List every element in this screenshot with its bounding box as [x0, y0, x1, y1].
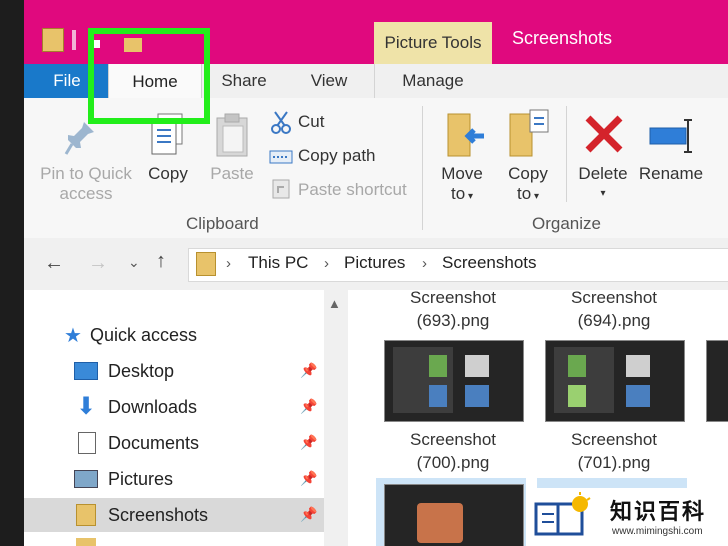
- back-arrow-icon[interactable]: ←: [44, 252, 64, 275]
- delete-x-icon: [584, 114, 624, 154]
- window-title: Screenshots: [512, 28, 613, 48]
- file-item-693[interactable]: Screenshot (693).png: [384, 286, 522, 332]
- tab-share[interactable]: Share: [208, 64, 280, 98]
- nav-item-label: Desktop: [108, 360, 175, 381]
- organize-separator: [566, 106, 567, 202]
- file-item-694[interactable]: Screenshot (694).png: [545, 286, 683, 332]
- downloads-icon: ⬇: [76, 393, 97, 420]
- paste-button[interactable]: Paste: [204, 164, 260, 184]
- copy-path-button[interactable]: Copy path: [298, 146, 376, 166]
- star-icon: ★: [64, 324, 82, 347]
- breadcrumb-chevron-icon[interactable]: ›: [422, 255, 427, 272]
- file-name-line1: Screenshot: [571, 288, 657, 307]
- pin-icon[interactable]: 📌: [300, 398, 317, 415]
- clipboard-group-label: Clipboard: [186, 214, 259, 233]
- nav-item-label: Screenshots: [108, 504, 209, 525]
- nav-item-screenshots[interactable]: Screenshots: [24, 498, 324, 532]
- pin-icon[interactable]: 📌: [300, 470, 317, 487]
- nav-scrollbar[interactable]: [324, 290, 348, 546]
- up-arrow-icon[interactable]: ↑: [156, 250, 166, 273]
- forward-arrow-icon[interactable]: →: [88, 252, 108, 275]
- folder-icon: [76, 504, 96, 526]
- nav-item-quick-access[interactable]: ★ Quick access: [24, 318, 324, 352]
- move-to-icon: [444, 110, 488, 160]
- pin-icon[interactable]: 📌: [300, 362, 317, 379]
- cut-button[interactable]: Cut: [298, 112, 324, 132]
- pin-icon: [64, 118, 98, 158]
- home-tab-highlight: [88, 28, 210, 124]
- nav-item-desktop[interactable]: Desktop: [24, 354, 324, 388]
- organize-group-label: Organize: [532, 214, 601, 233]
- copy-button[interactable]: Copy: [140, 164, 196, 184]
- thumbnail-selected[interactable]: [384, 484, 524, 546]
- file-name-line2: (701).png: [577, 453, 651, 472]
- copy-to-button[interactable]: Copy to ▾: [500, 164, 556, 207]
- dropdown-arrow-icon: ▾: [531, 191, 539, 202]
- file-name-line2: (694).png: [577, 311, 651, 330]
- rename-button[interactable]: Rename: [638, 164, 704, 184]
- documents-icon: [78, 432, 96, 454]
- folder-icon: [76, 538, 96, 546]
- nav-item-downloads[interactable]: ⬇ Downloads: [24, 390, 324, 424]
- pin-label-line2: access: [59, 184, 113, 203]
- watermark-title: 知识百科: [610, 499, 707, 524]
- picture-tools-group: Picture Tools: [374, 22, 492, 64]
- pin-label-line1: Pin to Quick: [40, 164, 132, 183]
- watermark-url: www.mimingshi.com: [612, 526, 703, 537]
- file-item-701[interactable]: Screenshot (701).png: [545, 428, 683, 474]
- file-item-700[interactable]: Screenshot (700).png: [384, 428, 522, 474]
- scroll-up-arrow-icon[interactable]: ▲: [328, 296, 341, 311]
- file-name-line2: (700).png: [416, 453, 490, 472]
- tab-manage[interactable]: Manage: [374, 64, 492, 98]
- copy-path-icon: [269, 148, 293, 166]
- breadcrumb-screenshots[interactable]: Screenshots: [442, 253, 537, 273]
- tab-view[interactable]: View: [292, 64, 366, 98]
- move-to-line2: to: [451, 184, 466, 203]
- nav-item-documents[interactable]: Documents: [24, 426, 324, 460]
- copy-to-icon: [508, 108, 552, 160]
- recent-locations-chevron-icon[interactable]: ⌄: [128, 254, 140, 271]
- file-name-line1: Screenshot: [571, 430, 657, 449]
- move-to-line1: Move: [441, 164, 483, 183]
- group-separator: [422, 106, 423, 230]
- screenshot-stage: Picture Tools Screenshots File Home Shar…: [0, 0, 728, 546]
- paste-shortcut-button[interactable]: Paste shortcut: [298, 180, 407, 200]
- pictures-icon: [74, 470, 98, 488]
- breadcrumb-pictures[interactable]: Pictures: [344, 253, 405, 273]
- desktop-icon: [74, 362, 98, 380]
- thumbnail-693[interactable]: [384, 340, 524, 422]
- pin-icon[interactable]: 📌: [300, 506, 317, 523]
- folder-icon: [196, 252, 216, 276]
- breadcrumb-chevron-icon[interactable]: ›: [324, 255, 329, 272]
- file-name-line1: Screenshot: [410, 288, 496, 307]
- nav-item-label: Downloads: [108, 396, 198, 417]
- copy-to-line2: to: [517, 184, 532, 203]
- delete-button[interactable]: Delete ▾: [574, 164, 632, 204]
- breadcrumb-this-pc[interactable]: This PC: [248, 253, 308, 273]
- file-name-line1: Screenshot: [410, 430, 496, 449]
- breadcrumb-chevron-icon[interactable]: ›: [226, 255, 231, 272]
- pin-to-quick-access-button[interactable]: Pin to Quick access: [34, 164, 138, 204]
- dropdown-arrow-icon: ▾: [465, 191, 473, 202]
- nav-item-label: Pictures: [108, 468, 174, 489]
- thumbnail-694[interactable]: [545, 340, 685, 422]
- nav-item-label: Documents: [108, 432, 200, 453]
- move-to-button[interactable]: Move to ▾: [434, 164, 490, 207]
- paste-icon: [214, 112, 252, 158]
- rename-icon: [648, 116, 696, 156]
- copy-to-line1: Copy: [508, 164, 548, 183]
- delete-label: Delete: [578, 164, 628, 183]
- nav-item-label: Quick access: [90, 324, 198, 345]
- folder-icon[interactable]: [42, 28, 64, 52]
- book-bulb-icon: [534, 492, 594, 538]
- pin-icon[interactable]: 📌: [300, 434, 317, 451]
- thumbnail-partial[interactable]: [706, 340, 728, 422]
- dropdown-arrow-icon: ▾: [600, 188, 606, 199]
- nav-item-pictures[interactable]: Pictures: [24, 462, 324, 496]
- scissors-icon: [270, 110, 292, 134]
- paste-shortcut-icon: [271, 178, 291, 200]
- file-name-line2: (693).png: [416, 311, 490, 330]
